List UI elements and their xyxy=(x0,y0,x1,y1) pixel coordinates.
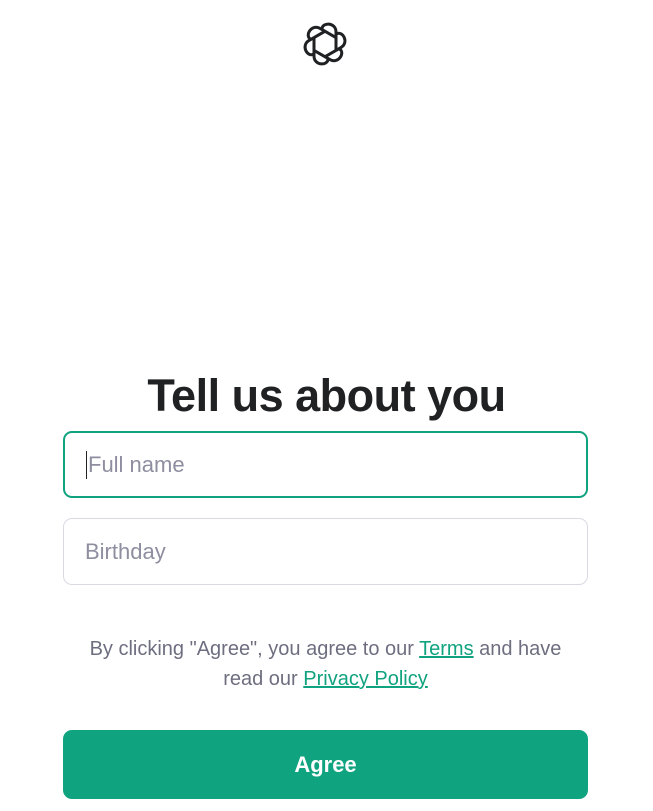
text-caret xyxy=(86,450,87,479)
terms-link[interactable]: Terms xyxy=(419,638,473,660)
birthday-field[interactable]: Birthday xyxy=(63,518,588,585)
full-name-placeholder: Full name xyxy=(88,451,185,477)
consent-text-before: By clicking "Agree", you agree to our xyxy=(89,638,420,660)
agree-button[interactable]: Agree xyxy=(63,730,588,799)
consent-text: By clicking "Agree", you agree to our Te… xyxy=(70,634,581,694)
page-title: Tell us about you xyxy=(147,370,506,422)
about-you-page: Tell us about you Full name Birthday By … xyxy=(0,0,653,811)
privacy-policy-link[interactable]: Privacy Policy xyxy=(303,668,427,690)
openai-logo-icon xyxy=(303,22,347,66)
full-name-field[interactable]: Full name xyxy=(63,431,588,498)
birthday-placeholder: Birthday xyxy=(85,538,166,564)
